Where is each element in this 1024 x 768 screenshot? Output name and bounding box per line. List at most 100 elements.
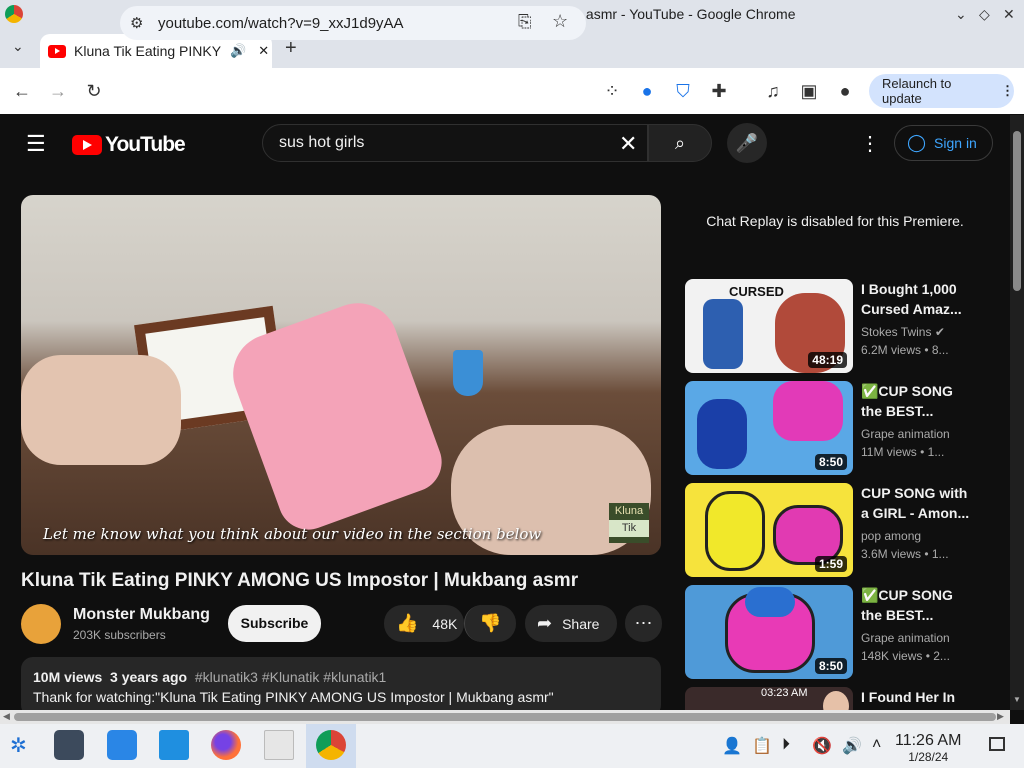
vertical-scroll-thumb[interactable] — [1013, 131, 1021, 291]
profile-icon[interactable]: ● — [834, 80, 856, 102]
recommendation-item[interactable]: 8:50 ✅CUP SONG the BEST... Grape animati… — [685, 381, 975, 475]
horizontal-scroll-thumb[interactable] — [14, 713, 996, 721]
thumbs-up-icon: 👍 — [396, 613, 419, 633]
media-player-icon[interactable]: ⏵ — [782, 736, 790, 754]
scroll-down-arrow-icon[interactable]: ▼ — [1013, 695, 1021, 704]
back-icon[interactable]: ← — [11, 80, 33, 102]
thumb-face — [823, 691, 849, 710]
store-icon[interactable] — [107, 730, 137, 760]
like-button[interactable]: 👍 48K — [384, 605, 464, 642]
relaunch-label: Relaunch to update — [882, 76, 952, 106]
youtube-logo[interactable]: YouTube — [72, 133, 186, 157]
video-thumbnail[interactable]: 8:50 — [685, 381, 853, 475]
video-thumbnail[interactable]: 8:50 — [685, 585, 853, 679]
system-settings-icon[interactable] — [54, 730, 84, 760]
sign-in-label: Sign in — [934, 135, 977, 151]
vertical-scrollbar[interactable]: ▼ — [1010, 115, 1024, 710]
video-thumbnail[interactable]: CURSED 48:19 — [685, 279, 853, 373]
relaunch-button[interactable]: Relaunch to update ⋮ — [869, 74, 1014, 108]
video-player[interactable]: Let me know what you think about our vid… — [21, 195, 661, 555]
recommendation-title[interactable]: CUP SONG with a GIRL - Amon... — [861, 483, 971, 523]
recommendation-meta: 6.2M views • 8... — [861, 343, 949, 357]
clipboard-icon[interactable]: 📋 — [752, 736, 772, 756]
extensions-puzzle-icon[interactable]: ✚ — [708, 80, 730, 102]
show-desktop-icon[interactable] — [989, 737, 1005, 751]
menu-dots-icon[interactable]: ⋮ — [1001, 83, 1014, 99]
new-tab-icon[interactable]: + — [285, 37, 297, 60]
hamburger-menu-icon[interactable]: ☰ — [26, 131, 46, 157]
recommendation-item[interactable]: 1:59 CUP SONG with a GIRL - Amon... pop … — [685, 483, 975, 577]
extension-icon[interactable]: ⁘ — [601, 80, 623, 102]
site-info-icon[interactable]: ⚙ — [130, 14, 143, 32]
maximize-icon[interactable]: ◇ — [979, 6, 990, 23]
recommendation-item[interactable]: CURSED 48:19 I Bought 1,000 Cursed Amaz.… — [685, 279, 975, 373]
more-dots-icon: ⋯ — [634, 613, 653, 633]
url-text[interactable]: youtube.com/watch?v=9_xxJ1d9yAA — [158, 15, 404, 32]
side-panel-icon[interactable]: ▣ — [798, 80, 820, 102]
search-button[interactable]: ⌕ — [648, 124, 712, 162]
hashtags[interactable]: #klunatik3 #Klunatik #klunatik1 — [195, 669, 386, 685]
files-icon[interactable] — [159, 730, 189, 760]
share-icon: ➦ — [537, 613, 553, 633]
speaker-icon[interactable]: 🔊 — [230, 43, 246, 59]
recommendation-item[interactable]: 8:50 ✅CUP SONG the BEST... Grape animati… — [685, 585, 975, 679]
recommendation-title[interactable]: ✅CUP SONG the BEST... — [861, 381, 971, 421]
clear-search-icon[interactable]: ✕ — [619, 131, 637, 157]
share-button[interactable]: ➦ Share — [525, 605, 617, 642]
bookmark-star-icon[interactable]: ☆ — [552, 11, 568, 32]
user-icon[interactable]: 👤 — [722, 736, 742, 756]
scroll-right-arrow-icon[interactable]: ▶ — [997, 711, 1004, 722]
install-app-icon[interactable]: ⎘ — [518, 12, 532, 32]
description-box[interactable]: 10M views 3 years ago #klunatik3 #Klunat… — [21, 657, 661, 717]
recommendation-channel[interactable]: Grape animation — [861, 427, 950, 441]
sign-in-button[interactable]: ◯ Sign in — [894, 125, 993, 161]
voice-search-button[interactable]: 🎤 — [727, 123, 767, 163]
volume-icon[interactable]: 🔊 — [842, 736, 862, 756]
taskbar — [0, 724, 1024, 768]
video-thumbnail[interactable]: 1:59 — [685, 483, 853, 577]
channel-avatar[interactable] — [21, 604, 61, 644]
more-actions-button[interactable]: ⋯ — [625, 605, 662, 642]
account-icon: ◯ — [907, 133, 927, 152]
search-input[interactable]: sus hot girls ✕ — [262, 124, 648, 162]
extension-badge-icon[interactable]: ● — [636, 80, 658, 102]
document-icon[interactable] — [264, 730, 294, 760]
recommendation-title[interactable]: I Bought 1,000 Cursed Amaz... — [861, 279, 971, 319]
forward-icon[interactable]: → — [47, 80, 69, 102]
duration-badge: 8:50 — [814, 454, 847, 470]
mute-icon[interactable]: 🔇 — [812, 736, 832, 756]
app-launcher-icon[interactable]: ✲ — [10, 733, 27, 758]
video-thumbnail[interactable]: 03:23 AM — [685, 687, 853, 710]
dislike-button[interactable]: 👎 — [464, 605, 516, 642]
thumb-timestamp: 03:23 AM — [761, 687, 808, 699]
media-control-icon[interactable]: ♫ — [762, 80, 784, 102]
subscribe-button[interactable]: Subscribe — [228, 605, 321, 642]
minimize-icon[interactable]: ⌄ — [955, 6, 967, 23]
video-watermark: Kluna Tik — [609, 503, 649, 543]
firefox-icon[interactable] — [211, 730, 241, 760]
close-window-icon[interactable]: ✕ — [1003, 6, 1015, 23]
clock-time: 11:26 AM — [895, 732, 962, 749]
tray-expand-icon[interactable]: ˄ — [872, 736, 881, 754]
recommendation-channel[interactable]: Stokes Twins ✔ — [861, 325, 945, 339]
channel-name[interactable]: Monster Mukbang — [73, 606, 210, 624]
address-bar[interactable]: ⚙ youtube.com/watch?v=9_xxJ1d9yAA ⎘ ☆ — [120, 6, 586, 40]
recommendation-meta: 11M views • 1... — [861, 445, 945, 459]
reload-icon[interactable]: ↻ — [83, 80, 105, 102]
chrome-taskbar-icon[interactable] — [316, 730, 346, 760]
horizontal-scrollbar[interactable]: ◀ ▶ — [0, 710, 1010, 724]
shield-icon[interactable]: ⛉ — [672, 80, 694, 102]
tab-search-icon[interactable]: ⌄ — [12, 38, 24, 55]
subscriber-count: 203K subscribers — [73, 628, 166, 642]
recommendation-title[interactable]: ✅CUP SONG the BEST... — [861, 585, 971, 625]
clock[interactable]: 11:26 AM 1/28/24 — [895, 732, 961, 764]
recommendation-item[interactable]: 03:23 AM I Found Her In — [685, 687, 975, 710]
video-frame-glass — [453, 350, 483, 396]
recommendation-title[interactable]: I Found Her In — [861, 687, 971, 707]
close-tab-icon[interactable]: ✕ — [258, 43, 269, 59]
thumb-figure-left — [703, 299, 743, 369]
settings-dots-icon[interactable]: ⋮ — [860, 131, 880, 156]
scroll-left-arrow-icon[interactable]: ◀ — [3, 711, 10, 722]
recommendation-channel[interactable]: Grape animation — [861, 631, 950, 645]
recommendation-channel[interactable]: pop among — [861, 529, 921, 543]
